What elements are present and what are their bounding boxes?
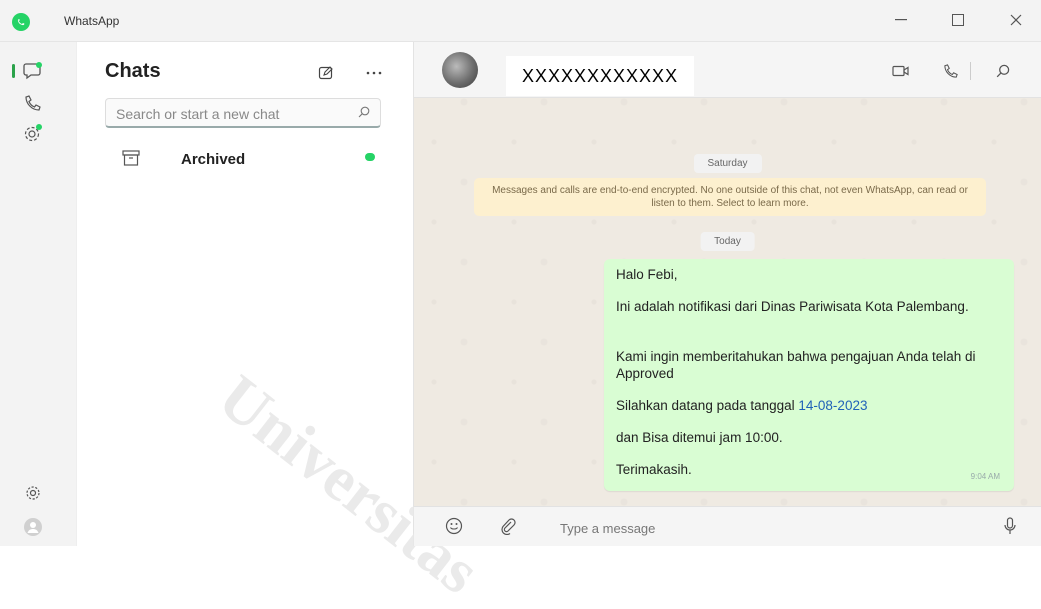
message-line: Kami ingin memberitahukan bahwa pengajua… bbox=[616, 349, 976, 381]
message-input[interactable] bbox=[558, 517, 962, 539]
nav-rail bbox=[0, 42, 76, 546]
video-call-icon[interactable] bbox=[890, 60, 912, 82]
voice-call-icon[interactable] bbox=[940, 60, 962, 82]
search-input[interactable] bbox=[114, 104, 348, 124]
whatsapp-logo-icon bbox=[12, 13, 30, 31]
search-box[interactable] bbox=[105, 98, 381, 128]
date-separator-today: Today bbox=[700, 232, 755, 251]
archived-row[interactable]: Archived bbox=[77, 138, 415, 178]
search-chat-icon[interactable] bbox=[992, 60, 1014, 82]
minimize-button[interactable] bbox=[886, 8, 916, 32]
archived-badge bbox=[365, 153, 375, 161]
close-button[interactable] bbox=[1001, 8, 1031, 32]
window-title: WhatsApp bbox=[64, 14, 120, 28]
date-link[interactable]: 14-08-2023 bbox=[798, 398, 867, 413]
more-icon[interactable] bbox=[363, 62, 385, 84]
message-line: Halo Febi, bbox=[616, 267, 678, 282]
settings-icon[interactable] bbox=[22, 482, 44, 504]
chats-heading: Chats bbox=[105, 60, 161, 82]
chats-icon[interactable] bbox=[22, 60, 44, 82]
message-line: Terimakasih. bbox=[616, 462, 692, 477]
calls-icon[interactable] bbox=[22, 92, 44, 114]
maximize-button[interactable] bbox=[943, 8, 973, 32]
conversation-pane: XXXXXXXXXXXX Saturday Messages and calls… bbox=[414, 42, 1041, 546]
date-separator: Saturday bbox=[693, 154, 762, 173]
archive-icon bbox=[121, 148, 141, 168]
message-text: Silahkan datang pada tanggal bbox=[616, 398, 799, 413]
contact-name[interactable]: XXXXXXXXXXXX bbox=[506, 56, 694, 96]
archived-label: Archived bbox=[181, 151, 246, 168]
status-icon[interactable] bbox=[22, 122, 44, 144]
profile-icon[interactable] bbox=[22, 516, 44, 538]
active-indicator bbox=[12, 64, 15, 78]
chat-list-panel: Chats Archived bbox=[76, 42, 414, 546]
chat-header: XXXXXXXXXXXX bbox=[414, 42, 1041, 98]
message-timestamp: 9:04 AM bbox=[970, 472, 1000, 481]
header-separator bbox=[970, 62, 971, 80]
encryption-notice[interactable]: Messages and calls are end-to-end encryp… bbox=[474, 178, 986, 216]
search-icon[interactable] bbox=[356, 104, 372, 120]
new-chat-icon[interactable] bbox=[315, 62, 337, 84]
title-bar: WhatsApp bbox=[0, 0, 1041, 42]
message-line: Silahkan datang pada tanggal 14-08-2023 bbox=[616, 397, 867, 414]
message-line: Ini adalah notifikasi dari Dinas Pariwis… bbox=[616, 299, 969, 314]
attach-icon[interactable] bbox=[498, 516, 518, 536]
mic-icon[interactable] bbox=[1000, 516, 1020, 536]
message-composer bbox=[414, 506, 1041, 546]
message-line: dan Bisa ditemui jam 10:00. bbox=[616, 430, 783, 445]
message-bubble[interactable]: Halo Febi, Ini adalah notifikasi dari Di… bbox=[604, 259, 1014, 491]
contact-avatar[interactable] bbox=[442, 52, 478, 88]
emoji-icon[interactable] bbox=[444, 516, 464, 536]
